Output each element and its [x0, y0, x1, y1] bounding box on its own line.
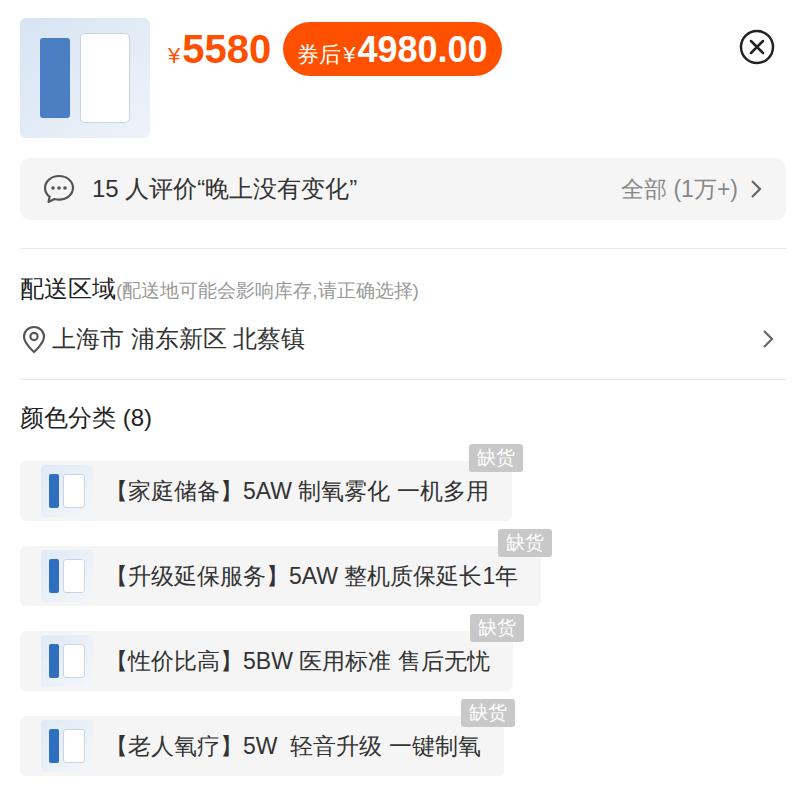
- option-chip[interactable]: 【性价比高】5BW 医用标准 售后无忧缺货: [20, 631, 513, 691]
- option-chip[interactable]: 【老人氧疗】5W 轻音升级 一键制氧缺货: [20, 716, 504, 776]
- close-icon[interactable]: [738, 28, 776, 66]
- coupon-price: 券后¥4980.00: [283, 22, 501, 76]
- divider: [20, 379, 786, 380]
- option-chip[interactable]: 【家庭储备】5AW 制氧雾化 一机多用缺货: [20, 461, 512, 521]
- option-label: 【家庭储备】5AW 制氧雾化 一机多用: [105, 474, 489, 509]
- location-pin-icon: [20, 324, 48, 354]
- price: ¥5580: [168, 25, 271, 73]
- out-of-stock-badge: 缺货: [461, 699, 515, 727]
- price-row: ¥5580券后¥4980.00: [168, 22, 502, 76]
- delivery-section[interactable]: 配送区域(配送地可能会影响库存,请正确选择) 上海市 浦东新区 北蔡镇: [20, 249, 786, 379]
- options-section: 颜色分类 (8)【家庭储备】5AW 制氧雾化 一机多用缺货【升级延保服务】5AW…: [20, 380, 786, 776]
- out-of-stock-badge: 缺货: [469, 444, 523, 472]
- option-chip[interactable]: 【升级延保服务】5AW 整机质保延长1年缺货: [20, 546, 541, 606]
- review-summary: 15 人评价“晚上没有变化”: [92, 171, 357, 207]
- option-label: 【升级延保服务】5AW 整机质保延长1年: [105, 559, 518, 594]
- chevron-right-icon: [748, 177, 764, 201]
- product-thumbnail: [41, 720, 93, 772]
- header: ¥5580券后¥4980.00: [20, 0, 786, 150]
- review-bar[interactable]: 15 人评价“晚上没有变化” 全部 (1万+): [20, 158, 786, 220]
- product-thumbnail: [41, 635, 93, 687]
- options-title: 颜色分类 (8): [20, 400, 786, 436]
- delivery-location: 上海市 浦东新区 北蔡镇: [52, 321, 305, 357]
- divider: [20, 248, 786, 249]
- delivery-hint: (配送地可能会影响库存,请正确选择): [116, 277, 419, 306]
- product-sku-panel: ¥5580券后¥4980.00 15 人评价“晚上没有变化” 全部 (1万+) 配送区…: [0, 0, 806, 785]
- product-thumbnail: [41, 465, 93, 517]
- review-all[interactable]: 全部 (1万+): [621, 172, 738, 207]
- out-of-stock-badge: 缺货: [470, 614, 524, 642]
- out-of-stock-badge: 缺货: [498, 529, 552, 557]
- option-label: 【性价比高】5BW 医用标准 售后无忧: [105, 644, 490, 679]
- chevron-right-icon: [760, 327, 776, 351]
- comment-icon: [42, 173, 76, 205]
- product-thumbnail: [20, 18, 150, 138]
- delivery-label: 配送区域: [20, 271, 116, 307]
- product-thumbnail: [41, 550, 93, 602]
- option-label: 【老人氧疗】5W 轻音升级 一键制氧: [105, 729, 481, 764]
